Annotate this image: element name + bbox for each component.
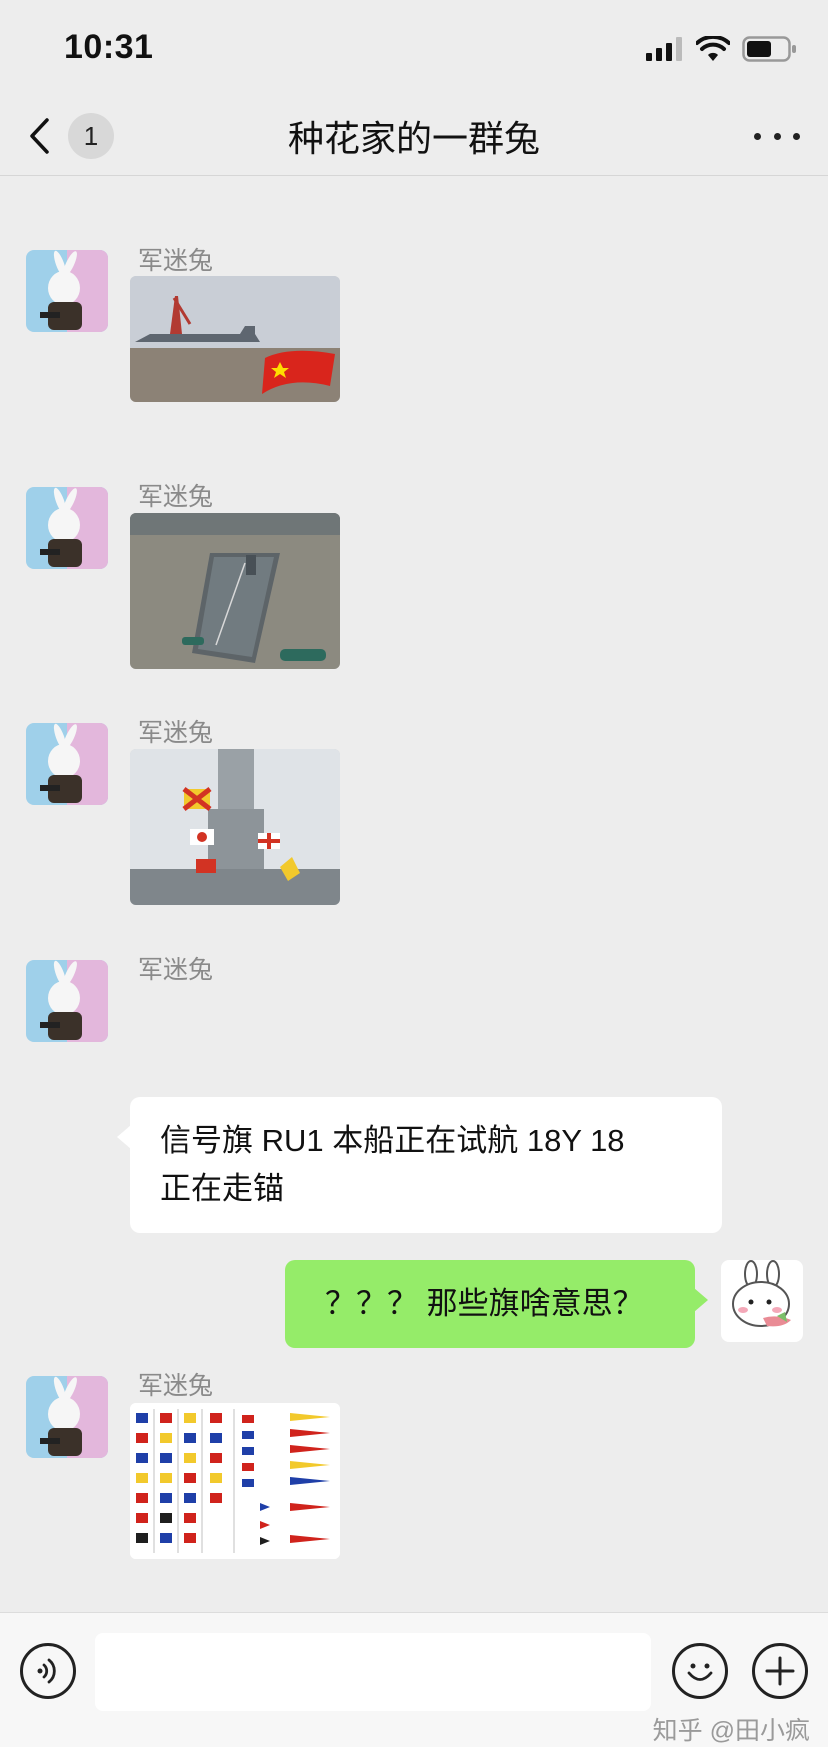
- avatar[interactable]: [26, 487, 108, 569]
- status-icons: [646, 34, 798, 64]
- avatar[interactable]: [26, 250, 108, 332]
- plus-icon: [765, 1656, 795, 1686]
- my-message-bubble[interactable]: ？？？ 那些旗啥意思？: [285, 1260, 708, 1348]
- message-text-bubble[interactable]: 信号旗 RU1 本船正在试航 18Y 18 正在走锚: [117, 1097, 722, 1233]
- more-dot: [773, 132, 781, 140]
- more-dot: [793, 132, 800, 140]
- message-image-carrier-flag[interactable]: [130, 276, 340, 402]
- voice-button[interactable]: [20, 1643, 76, 1699]
- battery-icon: [742, 36, 796, 62]
- avatar[interactable]: [26, 960, 108, 1042]
- more-dots-icon: [754, 132, 761, 140]
- message-text-line: 正在走锚: [160, 1171, 284, 1206]
- input-bar: 知乎 @田小疯: [0, 1612, 828, 1747]
- plus-button[interactable]: [752, 1643, 808, 1699]
- message-list[interactable]: 军迷兔 军迷兔 军迷兔 军迷兔 信号旗 RU1 本船正在试航 18Y 18 正在…: [0, 177, 828, 1612]
- status-time: 10:31: [64, 28, 154, 66]
- emoji-icon: [687, 1663, 713, 1681]
- emoji-button[interactable]: [672, 1643, 728, 1699]
- chat-title: 种花家的一群兔: [287, 118, 540, 159]
- message-text: ？？？ 那些旗啥意思？: [325, 1286, 644, 1321]
- message-image-flag-chart[interactable]: [130, 1403, 340, 1559]
- chat-header: 1 种花家的一群兔: [0, 96, 828, 176]
- voice-icon: [37, 1658, 56, 1684]
- watermark: 知乎 @田小疯: [652, 1717, 810, 1745]
- avatar[interactable]: [26, 723, 108, 805]
- my-avatar[interactable]: [721, 1260, 803, 1342]
- status-bar: 10:31: [0, 0, 828, 96]
- wifi-icon: [696, 36, 730, 61]
- message-image-signal-flags[interactable]: [130, 749, 340, 905]
- sender-name: 军迷兔: [138, 247, 214, 275]
- sender-name: 军迷兔: [138, 1372, 214, 1400]
- sender-name: 军迷兔: [138, 719, 214, 747]
- message-text-line: 信号旗 RU1 本船正在试航 18Y 18: [160, 1123, 625, 1158]
- more-button[interactable]: [754, 118, 800, 154]
- message-input[interactable]: [95, 1633, 651, 1711]
- signal-icon: [646, 37, 682, 61]
- message-image-carrier-aerial[interactable]: [130, 513, 340, 669]
- avatar[interactable]: [26, 1376, 108, 1458]
- sender-name: 军迷兔: [138, 483, 214, 511]
- sender-name: 军迷兔: [138, 956, 214, 984]
